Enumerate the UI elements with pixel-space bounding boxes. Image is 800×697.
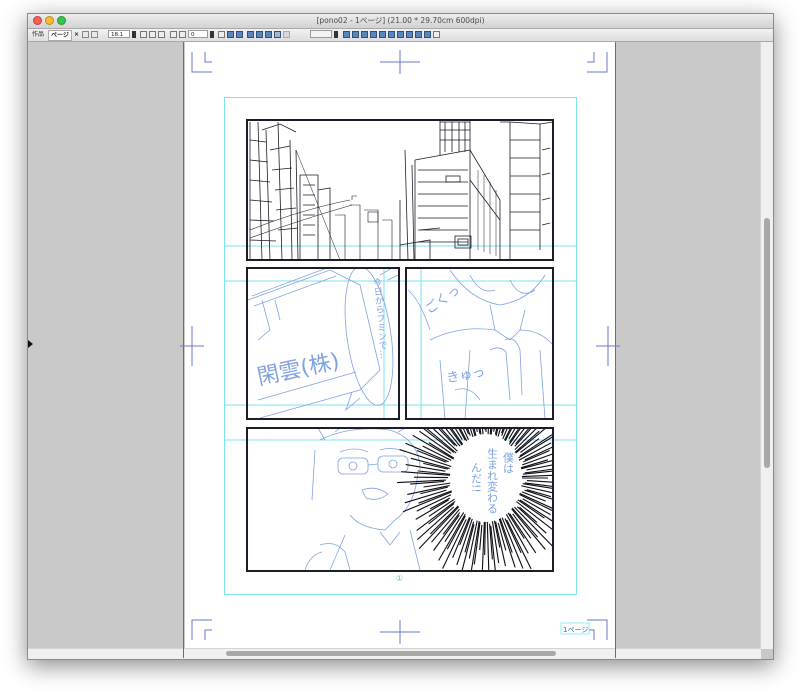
speed-line [479,524,483,551]
page-name-label: 1ページ [563,626,588,634]
panel-4-line-3: んだ!! [470,462,483,493]
speed-line [486,521,490,571]
speed-line [502,428,513,445]
cyan-guides [224,97,577,595]
panel-2-sign-text: 閑雲(株) [255,349,342,391]
speed-line [472,428,477,439]
speed-line [526,480,553,483]
panel-1-artwork [249,120,553,260]
speed-line [466,428,471,436]
panel-3-frame[interactable] [405,267,554,420]
panel-3-sfx-squeeze: きゅっ [445,365,486,387]
speed-line [514,428,538,450]
speed-line [484,428,486,430]
speed-line [484,519,486,556]
panel-4-line-1: 僕は [502,452,515,474]
panel-2-caption: 今日からフミンで… [371,276,389,359]
speed-line [520,474,553,478]
panel-4-line-2: 生まれ変わる [486,447,499,514]
speed-line [407,485,450,495]
panel-3-artwork: ごくっ きゅっ [407,269,553,419]
panel-2-caption-text: 今日からフミンで… [371,276,389,359]
page-number-marker: ① [396,574,403,583]
manga-artwork: 閑雲(株) 今日からフミンで… ごくっ きゅっ 僕は 生まれ変わる んだ!! ①… [180,42,620,658]
speed-line [476,428,478,433]
speed-line [516,506,547,534]
speed-line [481,517,486,570]
speed-line [478,428,481,434]
panel-3-sfx-gulp: ごくっ [422,282,463,317]
speed-line [500,428,504,434]
